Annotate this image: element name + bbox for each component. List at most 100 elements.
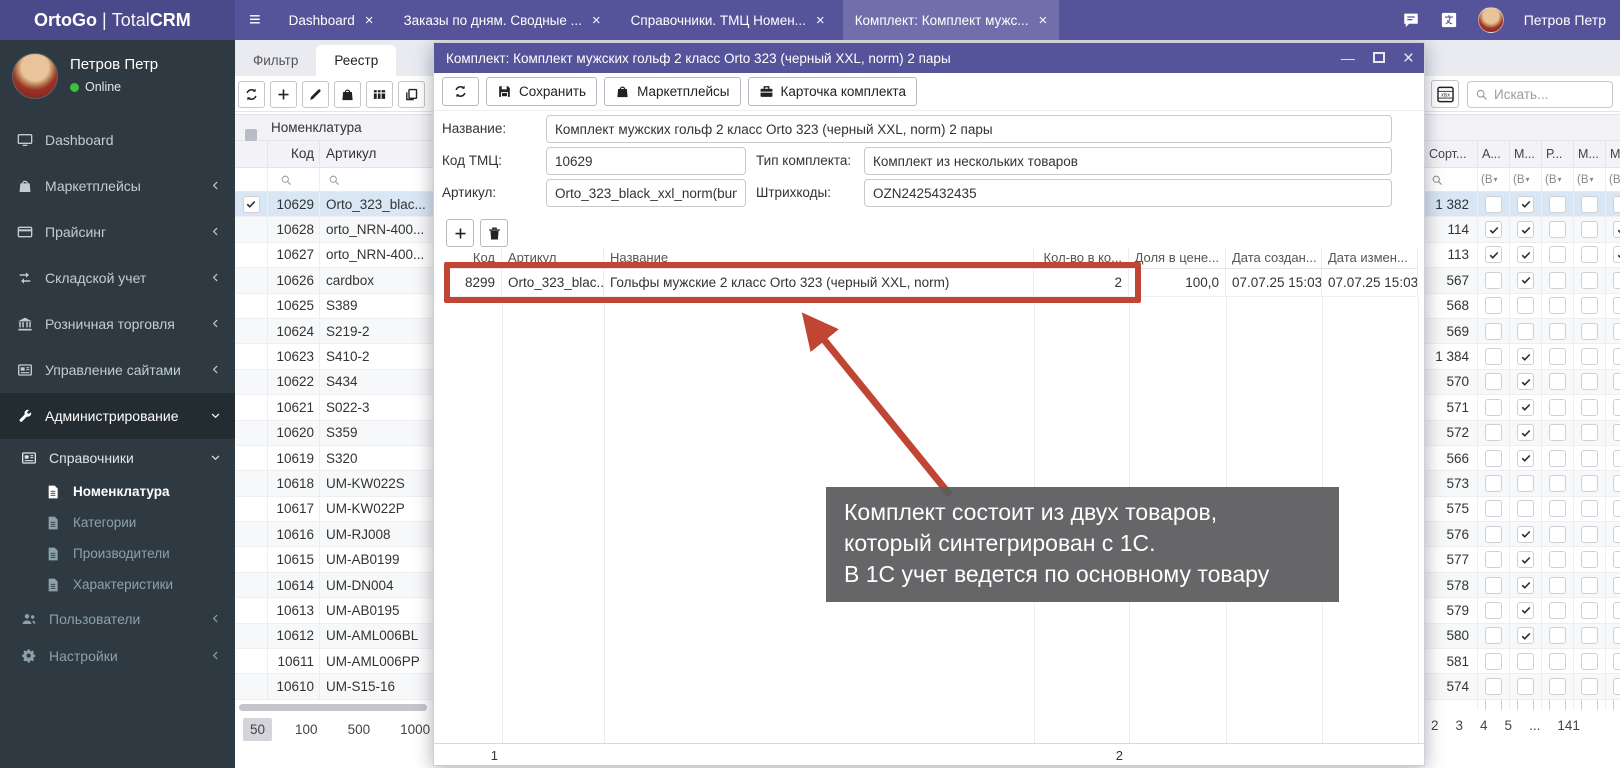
checkbox-checked[interactable] bbox=[1517, 627, 1534, 644]
checkbox[interactable] bbox=[1485, 500, 1502, 517]
checkbox[interactable] bbox=[1549, 526, 1566, 543]
checkbox[interactable] bbox=[1517, 323, 1534, 340]
checkbox-checked[interactable] bbox=[1485, 221, 1502, 238]
checkbox[interactable] bbox=[1581, 196, 1598, 213]
copy-button[interactable] bbox=[398, 81, 425, 108]
checkbox-checked[interactable] bbox=[1517, 399, 1534, 416]
table-row[interactable]: 10622S434 bbox=[235, 370, 433, 395]
modal-titlebar[interactable]: Комплект: Комплект мужских гольф 2 класс… bbox=[434, 43, 1424, 73]
checkbox[interactable] bbox=[1581, 475, 1598, 492]
filter-code-cell[interactable] bbox=[268, 168, 320, 191]
checkbox[interactable] bbox=[1613, 475, 1620, 492]
checkbox[interactable] bbox=[1581, 297, 1598, 314]
checkbox[interactable] bbox=[1485, 627, 1502, 644]
checkbox[interactable] bbox=[1581, 450, 1598, 467]
checkbox[interactable] bbox=[1549, 500, 1566, 517]
column-header-flag[interactable]: Р... bbox=[1542, 141, 1574, 167]
checkbox[interactable] bbox=[1613, 196, 1620, 213]
checkbox-checked[interactable] bbox=[1517, 577, 1534, 594]
checkbox[interactable] bbox=[1485, 323, 1502, 340]
table-row[interactable]: 10624S219-2 bbox=[235, 319, 433, 344]
tab-close-icon[interactable]: × bbox=[816, 12, 825, 29]
table-row[interactable]: 10615UM-AB0199 bbox=[235, 547, 433, 572]
table-row[interactable]: 10629Orto_323_blac... bbox=[235, 192, 433, 217]
checkbox[interactable] bbox=[1517, 500, 1534, 517]
table-row[interactable]: 10610UM-S15-16 bbox=[235, 674, 433, 699]
filter-sku-cell[interactable] bbox=[320, 168, 433, 191]
checkbox[interactable] bbox=[1613, 577, 1620, 594]
table-row[interactable]: 575 bbox=[1425, 497, 1620, 522]
column-header-sort[interactable]: Сорт... bbox=[1425, 141, 1478, 167]
checkbox[interactable] bbox=[1549, 602, 1566, 619]
column-header-flag[interactable]: М... bbox=[1510, 141, 1542, 167]
table-row[interactable]: 10616UM-RJ008 bbox=[235, 522, 433, 547]
topbar-tab[interactable]: Комплект: Комплект мужс...× bbox=[843, 0, 1060, 40]
table-row[interactable]: 574 bbox=[1425, 674, 1620, 699]
tab-close-icon[interactable]: × bbox=[592, 12, 601, 29]
column-header-flag[interactable]: М... bbox=[1606, 141, 1620, 167]
checkbox[interactable] bbox=[1517, 297, 1534, 314]
checkbox[interactable] bbox=[1581, 526, 1598, 543]
checkbox[interactable] bbox=[1485, 678, 1502, 695]
gridcols-button[interactable] bbox=[366, 81, 393, 108]
horizontal-scrollbar[interactable] bbox=[239, 704, 427, 711]
tab-filter[interactable]: Фильтр bbox=[235, 45, 316, 76]
table-row[interactable]: 577 bbox=[1425, 547, 1620, 572]
checkbox[interactable] bbox=[1485, 526, 1502, 543]
add-item-button[interactable] bbox=[446, 219, 474, 247]
tab-close-icon[interactable]: × bbox=[1039, 12, 1048, 29]
table-row[interactable]: 10620S359 bbox=[235, 421, 433, 446]
checkbox[interactable] bbox=[1613, 551, 1620, 568]
checkbox[interactable] bbox=[1517, 700, 1534, 710]
checkbox[interactable] bbox=[1549, 399, 1566, 416]
sidebar-item-directories[interactable]: Справочники bbox=[0, 439, 235, 476]
checkbox[interactable] bbox=[1549, 627, 1566, 644]
table-row[interactable]: 113 bbox=[1425, 243, 1620, 268]
checkbox[interactable] bbox=[1581, 653, 1598, 670]
table-row[interactable]: 579 bbox=[1425, 598, 1620, 623]
column-header-sku[interactable]: Артикул bbox=[320, 141, 433, 167]
checkbox[interactable] bbox=[1581, 627, 1598, 644]
column-header[interactable]: Название bbox=[604, 247, 1034, 268]
table-row[interactable]: 566 bbox=[1425, 446, 1620, 471]
checkbox[interactable] bbox=[1549, 373, 1566, 390]
checkbox-checked[interactable] bbox=[1485, 246, 1502, 263]
column-header[interactable]: Артикул bbox=[502, 247, 604, 268]
table-row[interactable]: 576 bbox=[1425, 522, 1620, 547]
filter-dropdown-cell[interactable]: (В▾ bbox=[1574, 168, 1606, 191]
page-5[interactable]: 5 bbox=[1505, 718, 1513, 733]
table-row[interactable]: 10626cardbox bbox=[235, 268, 433, 293]
column-header[interactable]: Дата измен... bbox=[1322, 247, 1418, 268]
checkbox[interactable] bbox=[1581, 577, 1598, 594]
topbar-tab[interactable]: Dashboard× bbox=[277, 0, 386, 40]
table-row[interactable]: 571 bbox=[1425, 395, 1620, 420]
checkbox[interactable] bbox=[1549, 424, 1566, 441]
checkbox[interactable] bbox=[1485, 399, 1502, 416]
checkbox-checked[interactable] bbox=[1517, 602, 1534, 619]
checkbox[interactable] bbox=[1485, 475, 1502, 492]
checkbox[interactable] bbox=[1485, 348, 1502, 365]
sidebar-item-manufacturers[interactable]: Производители bbox=[0, 538, 235, 569]
table-row[interactable]: 581 bbox=[1425, 649, 1620, 674]
table-row[interactable]: 1 384 bbox=[1425, 344, 1620, 369]
checkbox[interactable] bbox=[1549, 246, 1566, 263]
bundle-card-button[interactable]: Карточка комплекта bbox=[748, 77, 917, 106]
checkbox[interactable] bbox=[1581, 272, 1598, 289]
tab-close-icon[interactable]: × bbox=[365, 12, 374, 29]
table-row[interactable]: 568 bbox=[1425, 294, 1620, 319]
table-row[interactable]: 10623S410-2 bbox=[235, 344, 433, 369]
column-header[interactable]: Код bbox=[448, 247, 502, 268]
column-header[interactable]: Дата создан... bbox=[1226, 247, 1322, 268]
checkbox[interactable] bbox=[1613, 450, 1620, 467]
bag-button[interactable] bbox=[334, 81, 361, 108]
checkbox[interactable] bbox=[1549, 221, 1566, 238]
table-row[interactable]: 10621S022-3 bbox=[235, 395, 433, 420]
checkbox[interactable] bbox=[1549, 551, 1566, 568]
page-4[interactable]: 4 bbox=[1480, 718, 1488, 733]
checkbox[interactable] bbox=[1549, 700, 1566, 710]
delete-item-button[interactable] bbox=[480, 219, 508, 247]
filter-sort-cell[interactable] bbox=[1425, 168, 1478, 191]
checkbox[interactable] bbox=[1613, 323, 1620, 340]
checkbox[interactable] bbox=[1581, 246, 1598, 263]
checkbox[interactable] bbox=[1549, 297, 1566, 314]
